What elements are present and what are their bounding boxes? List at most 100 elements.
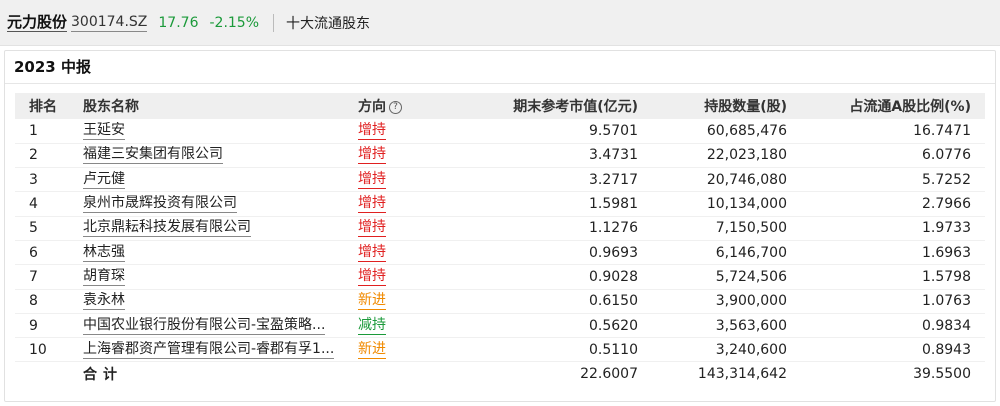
row-direction-cell: 增持 (358, 119, 479, 144)
row-holder-cell: 中国农业银行股份有限公司-宝盈策略... (83, 313, 358, 339)
row-direction-cell: 新进 (358, 289, 479, 314)
direction-link[interactable]: 增持 (358, 146, 386, 165)
row-shares: 3,240,600 (638, 337, 787, 363)
row-holder-cell: 泉州市晟辉投资有限公司 (83, 191, 358, 217)
row-value: 1.5981 (479, 191, 638, 217)
total-direction-empty (358, 362, 479, 386)
holder-name-link[interactable]: 中国农业银行股份有限公司-宝盈策略... (83, 317, 326, 335)
header-shares: 持股数量(股) (704, 99, 787, 115)
row-rank: 3 (15, 167, 83, 193)
row-value: 0.6150 (479, 289, 638, 314)
row-shares: 20,746,080 (638, 167, 787, 193)
table-row: 5 北京鼎耘科技发展有限公司 增持 1.1276 7,150,500 1.9733 (15, 216, 985, 241)
holder-name-link[interactable]: 林志强 (83, 244, 125, 262)
row-holder-cell: 北京鼎耘科技发展有限公司 (83, 216, 358, 241)
row-ratio: 2.7966 (787, 191, 985, 217)
row-rank: 8 (15, 289, 83, 314)
header-rank: 排名 (29, 99, 57, 115)
question-circle-icon[interactable]: ? (389, 100, 402, 114)
direction-link[interactable]: 增持 (358, 122, 386, 140)
holder-name-link[interactable]: 泉州市晟辉投资有限公司 (83, 195, 237, 214)
row-shares: 60,685,476 (638, 119, 787, 144)
row-value: 3.4731 (479, 143, 638, 169)
holder-name-link[interactable]: 王延安 (83, 122, 125, 140)
table-body: 1 王延安 增持 9.5701 60,685,476 16.7471 2 福建三安集团有限公司… (15, 119, 985, 386)
row-direction-cell: 增持 (358, 191, 479, 217)
table-row: 6 林志强 增持 0.9693 6,146,700 1.6963 (15, 240, 985, 266)
table-row: 8 袁永林 新进 0.6150 3,900,000 1.0763 (15, 289, 985, 314)
holder-name-link[interactable]: 北京鼎耘科技发展有限公司 (83, 219, 251, 238)
total-shares: 143,314,642 (697, 366, 787, 383)
row-value: 3.2717 (479, 167, 638, 193)
row-holder-cell: 卢元健 (83, 167, 358, 193)
row-shares: 5,724,506 (638, 264, 787, 290)
row-shares: 3,563,600 (638, 313, 787, 339)
row-shares: 22,023,180 (638, 143, 787, 169)
direction-link[interactable]: 增持 (358, 171, 386, 189)
holders-panel: 2023 中报 排名 股东名称 方向? 期末参考市值(亿元) 持股数量(股) 占… (4, 50, 996, 402)
row-ratio: 1.5798 (787, 264, 985, 290)
direction-link[interactable]: 增持 (358, 268, 386, 286)
header-divider (273, 13, 275, 32)
row-holder-cell: 王延安 (83, 119, 358, 144)
header-ratio: 占流通A股比例(%) (849, 99, 971, 115)
row-rank: 2 (15, 143, 83, 169)
total-rank-empty (15, 362, 83, 386)
holder-name-link[interactable]: 胡育琛 (83, 268, 125, 286)
row-shares: 10,134,000 (638, 191, 787, 217)
table-row: 4 泉州市晟辉投资有限公司 增持 1.5981 10,134,000 2.7966 (15, 191, 985, 217)
table-header-row: 排名 股东名称 方向? 期末参考市值(亿元) 持股数量(股) 占流通A股比例(%… (15, 93, 985, 119)
table-row: 7 胡育琛 增持 0.9028 5,724,506 1.5798 (15, 264, 985, 290)
row-ratio: 0.8943 (787, 337, 985, 363)
holders-table: 排名 股东名称 方向? 期末参考市值(亿元) 持股数量(股) 占流通A股比例(%… (15, 93, 985, 386)
table-row: 1 王延安 增持 9.5701 60,685,476 16.7471 (15, 119, 985, 144)
row-ratio: 5.7252 (787, 167, 985, 193)
row-shares: 7,150,500 (638, 216, 787, 241)
direction-link[interactable]: 减持 (358, 317, 386, 335)
row-ratio: 1.9733 (787, 216, 985, 241)
row-direction-cell: 增持 (358, 216, 479, 241)
direction-link[interactable]: 新进 (358, 292, 386, 311)
row-value: 0.5110 (479, 337, 638, 363)
table-row: 2 福建三安集团有限公司 增持 3.4731 22,023,180 6.0776 (15, 143, 985, 169)
total-ratio: 39.5500 (913, 366, 971, 383)
table-row: 3 卢元健 增持 3.2717 20,746,080 5.7252 (15, 167, 985, 193)
row-value: 0.5620 (479, 313, 638, 339)
row-ratio: 0.9834 (787, 313, 985, 339)
stock-header: 元力股份 300174.SZ 17.76 -2.15% 十大流通股东 (0, 0, 1000, 46)
row-direction-cell: 增持 (358, 264, 479, 290)
row-shares: 3,900,000 (638, 289, 787, 314)
total-label-cell: 合计 (83, 362, 358, 386)
row-rank: 7 (15, 264, 83, 290)
stock-change: -2.15% (209, 14, 260, 31)
direction-link[interactable]: 增持 (358, 219, 386, 238)
row-holder-cell: 胡育琛 (83, 264, 358, 290)
header-direction-label: 方向 (358, 99, 386, 115)
row-shares: 6,146,700 (638, 240, 787, 266)
holder-name-link[interactable]: 卢元健 (83, 171, 125, 189)
row-value: 0.9028 (479, 264, 638, 290)
row-rank: 1 (15, 119, 83, 144)
holder-name-link[interactable]: 上海睿郡资产管理有限公司-睿郡有孚1... (83, 341, 335, 359)
table-row: 9 中国农业银行股份有限公司-宝盈策略... 减持 0.5620 3,563,600 0.… (15, 313, 985, 339)
table-row: 10 上海睿郡资产管理有限公司-睿郡有孚1... 新进 0.5110 3,240,600… (15, 337, 985, 363)
stock-name-link[interactable]: 元力股份 (7, 13, 68, 32)
stock-code-link[interactable]: 300174.SZ (71, 13, 148, 32)
header-name: 股东名称 (83, 99, 139, 115)
row-rank: 6 (15, 240, 83, 266)
row-direction-cell: 增持 (358, 143, 479, 169)
row-value: 9.5701 (479, 119, 638, 144)
direction-link[interactable]: 增持 (358, 195, 386, 214)
direction-link[interactable]: 新进 (358, 341, 386, 359)
row-rank: 9 (15, 313, 83, 339)
row-holder-cell: 袁永林 (83, 289, 358, 314)
direction-link[interactable]: 增持 (358, 244, 386, 262)
header-value: 期末参考市值(亿元) (513, 99, 638, 115)
row-value: 1.1276 (479, 216, 638, 241)
row-holder-cell: 福建三安集团有限公司 (83, 143, 358, 169)
holder-name-link[interactable]: 福建三安集团有限公司 (83, 146, 223, 165)
row-rank: 10 (15, 337, 83, 363)
row-ratio: 6.0776 (787, 143, 985, 169)
holder-name-link[interactable]: 袁永林 (83, 292, 125, 311)
row-rank: 5 (15, 216, 83, 241)
